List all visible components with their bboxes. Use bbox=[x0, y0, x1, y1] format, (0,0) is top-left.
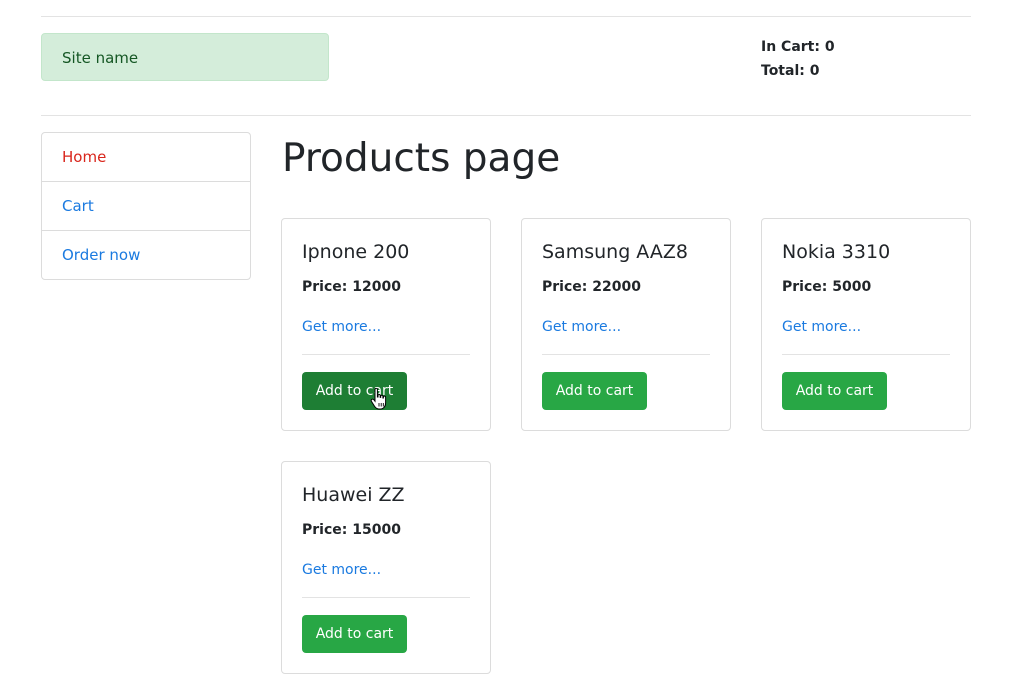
get-more-link[interactable]: Get more... bbox=[782, 317, 861, 337]
product-price: Price: 22000 bbox=[542, 279, 641, 295]
sidebar-item-home[interactable]: Home bbox=[42, 133, 250, 182]
hand-pointer-icon bbox=[370, 388, 387, 410]
sidebar-nav: Home Cart Order now bbox=[41, 132, 251, 280]
page-title: Products page bbox=[282, 136, 561, 181]
get-more-link[interactable]: Get more... bbox=[302, 317, 381, 337]
product-name: Nokia 3310 bbox=[782, 241, 891, 263]
product-name: Ipnone 200 bbox=[302, 241, 410, 263]
product-card: Huawei ZZ Price: 15000 Get more... Add t… bbox=[281, 461, 491, 674]
add-to-cart-button[interactable]: Add to cart bbox=[542, 372, 647, 410]
add-to-cart-button[interactable]: Add to cart bbox=[782, 372, 887, 410]
header-bottom-divider bbox=[41, 115, 971, 116]
get-more-link[interactable]: Get more... bbox=[542, 317, 621, 337]
get-more-link[interactable]: Get more... bbox=[302, 560, 381, 580]
product-name: Samsung AAZ8 bbox=[542, 241, 688, 263]
product-price: Price: 15000 bbox=[302, 522, 401, 538]
sidebar-item-cart[interactable]: Cart bbox=[42, 182, 250, 231]
card-divider bbox=[302, 597, 470, 598]
product-price: Price: 12000 bbox=[302, 279, 401, 295]
card-divider bbox=[542, 354, 710, 355]
site-name[interactable]: Site name bbox=[41, 33, 329, 81]
cart-summary: In Cart: 0 Total: 0 bbox=[761, 35, 835, 83]
add-to-cart-button[interactable]: Add to cart bbox=[302, 615, 407, 653]
cart-total: Total: 0 bbox=[761, 63, 820, 79]
product-price: Price: 5000 bbox=[782, 279, 872, 295]
product-name: Huawei ZZ bbox=[302, 484, 405, 506]
add-to-cart-button[interactable]: Add to cart bbox=[302, 372, 407, 410]
card-divider bbox=[782, 354, 950, 355]
card-divider bbox=[302, 354, 470, 355]
in-cart-count: In Cart: 0 bbox=[761, 39, 835, 55]
sidebar-item-order-now[interactable]: Order now bbox=[42, 231, 250, 279]
product-card: Nokia 3310 Price: 5000 Get more... Add t… bbox=[761, 218, 971, 431]
header-top-divider bbox=[41, 16, 971, 17]
product-card: Samsung AAZ8 Price: 22000 Get more... Ad… bbox=[521, 218, 731, 431]
